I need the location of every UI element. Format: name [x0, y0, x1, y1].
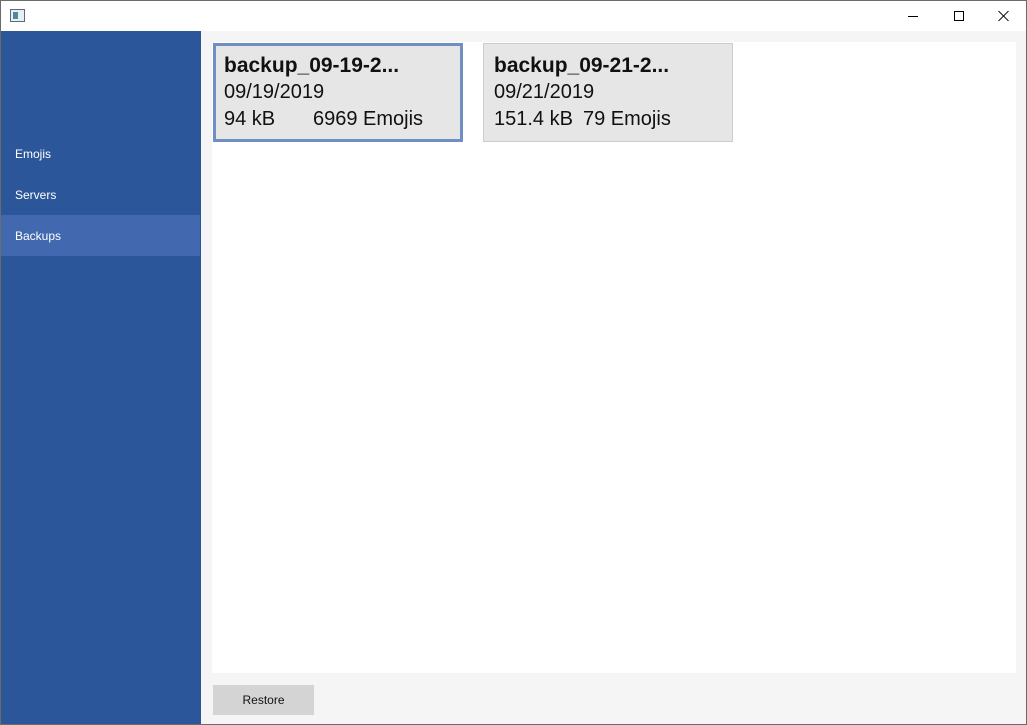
sidebar-item-label: Servers [15, 187, 57, 202]
sidebar-item-label: Emojis [15, 146, 52, 161]
backup-emoji-count: 79 Emojis [583, 108, 671, 130]
close-icon [998, 10, 1010, 22]
window-app-icon [10, 9, 25, 22]
backup-date: 09/19/2019 [224, 81, 325, 103]
backup-name: backup_09-21-2... [494, 54, 670, 77]
backup-date: 09/21/2019 [494, 81, 595, 103]
backup-card[interactable]: backup_09-21-2... 09/21/2019 151.4 kB 79 … [483, 43, 733, 142]
sidebar: Emojis Servers Backups [1, 31, 201, 724]
minimize-icon [908, 15, 918, 17]
maximize-button[interactable] [936, 1, 982, 31]
maximize-icon [954, 11, 964, 21]
backup-emoji-count: 6969 Emojis [313, 108, 424, 130]
app-window: Emojis Servers Backups backup_09-19-2...… [0, 0, 1027, 725]
title-bar [1, 1, 1026, 31]
backup-card[interactable]: backup_09-19-2... 09/19/2019 94 kB 6969 E… [213, 43, 463, 142]
backup-stats: 151.4 kB 79 Emojis [494, 106, 732, 133]
backup-list: backup_09-19-2... 09/19/2019 94 kB 6969 E… [212, 42, 1016, 673]
sidebar-item-emojis[interactable]: Emojis [1, 133, 200, 174]
close-button[interactable] [981, 1, 1027, 31]
restore-button[interactable]: Restore [213, 685, 314, 715]
backup-size: 94 kB [224, 108, 276, 130]
sidebar-item-servers[interactable]: Servers [1, 174, 200, 215]
minimize-button[interactable] [890, 1, 936, 31]
backup-size: 151.4 kB [494, 108, 573, 130]
backup-name: backup_09-19-2... [224, 54, 400, 77]
sidebar-item-label: Backups [15, 228, 62, 243]
sidebar-item-backups[interactable]: Backups [1, 215, 200, 256]
backup-stats: 94 kB 6969 Emojis [224, 106, 460, 133]
